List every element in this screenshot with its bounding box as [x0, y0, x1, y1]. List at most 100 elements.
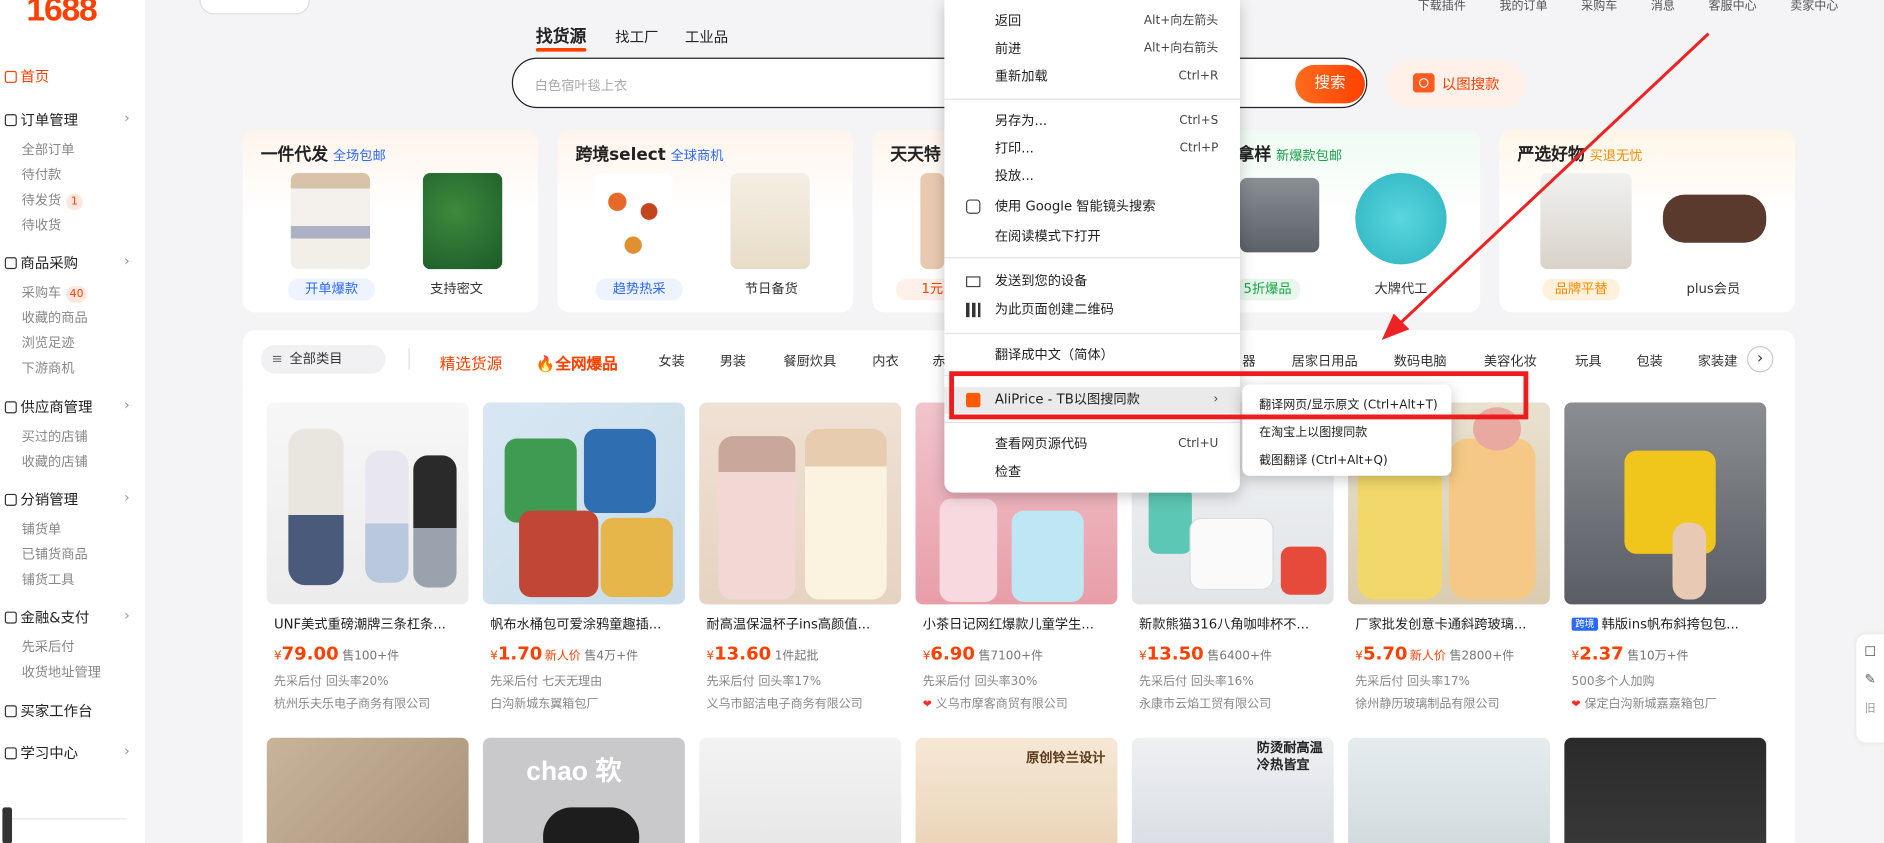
topnav-link[interactable]: 消息: [1651, 0, 1675, 13]
product-service: 先采后付 回头率17%: [1355, 675, 1470, 689]
product-company[interactable]: 永康市云焰工贸有限公司: [1139, 693, 1271, 711]
order-icon: [4, 114, 17, 127]
product-company[interactable]: 杭州乐夫乐电子商务有限公司: [274, 693, 430, 711]
sidebar-section-purchase[interactable]: 商品采购 ›: [4, 252, 130, 272]
menu-item-qr-code[interactable]: 为此页面创建二维码: [944, 297, 1240, 323]
submenu-item-screenshot-translate[interactable]: 截图翻译 (Ctrl+Alt+Q): [1259, 449, 1388, 467]
category-tab[interactable]: 美容化妆: [1484, 351, 1537, 370]
category-tab[interactable]: 男装: [720, 351, 746, 370]
product-company[interactable]: 白沟新城东翼箱包厂: [490, 693, 598, 711]
sidebar-item[interactable]: 待收货: [22, 215, 62, 234]
sidebar-section-distribution[interactable]: 分销管理 ›: [4, 489, 130, 509]
product-title: 新款熊猫316八角咖啡杯不...: [1139, 616, 1310, 632]
topnav-link[interactable]: 采购车: [1581, 0, 1617, 13]
product-image[interactable]: [1564, 737, 1767, 843]
sidebar-item[interactable]: 待付款: [22, 165, 62, 184]
chevron-right-icon: ›: [123, 606, 130, 624]
promo-label: 支持密文: [430, 281, 484, 297]
promo-card[interactable]: 一件代发 全场包邮 开单爆款 支持密文: [242, 129, 539, 313]
category-tab-selected[interactable]: 精选货源: [440, 351, 502, 374]
product-card[interactable]: UNF美式重磅潮牌三条杠条... ¥79.00 售100+件 先采后付 回头率20…: [266, 402, 469, 711]
product-image[interactable]: [1348, 737, 1550, 843]
topnav-link[interactable]: 下载插件: [1418, 0, 1466, 13]
product-service: 先采后付 回头率20%: [273, 675, 389, 689]
sidebar-item[interactable]: 收藏的店铺: [22, 452, 88, 471]
sidebar-item[interactable]: 待发货 1: [22, 190, 83, 211]
category-tab-hot[interactable]: 🔥全网爆品: [536, 351, 618, 374]
product-image[interactable]: 防烫耐高温 冷热皆宜: [1131, 737, 1334, 843]
category-tab[interactable]: 玩具: [1575, 351, 1601, 370]
product-image[interactable]: 原创铃兰设计: [915, 737, 1118, 843]
submenu-item-taobao-image-search[interactable]: 在淘宝上以图搜同款: [1259, 422, 1367, 440]
sidebar-section-learning[interactable]: 学习中心 ›: [4, 743, 130, 763]
tab-find-supply[interactable]: 找货源: [535, 24, 587, 52]
menu-item-reload[interactable]: 重新加载 Ctrl+R: [944, 64, 1240, 90]
sidebar-section-workbench[interactable]: 买家工作台: [4, 700, 130, 720]
category-tab[interactable]: 餐厨炊具: [783, 351, 836, 370]
category-tab[interactable]: 家装建: [1698, 351, 1741, 370]
sidebar-item[interactable]: 铺货单: [22, 519, 62, 538]
tab-industrial[interactable]: 工业品: [685, 26, 728, 46]
product-image: [1239, 177, 1320, 253]
product-card[interactable]: 跨境 韩版ins帆布斜挎包包... ¥2.37 售10万+件 500多个人加购 ❤ …: [1564, 402, 1767, 711]
user-chip[interactable]: [199, 0, 310, 15]
site-logo[interactable]: 1688: [26, 0, 97, 29]
sidebar-item[interactable]: 全部订单: [22, 139, 75, 158]
product-card[interactable]: 耐高温保温杯子ins高颜值... ¥13.60 1件起批 先采后付 回头率17% …: [699, 402, 902, 711]
sidebar-item-home[interactable]: 首页: [4, 66, 49, 86]
product-price: ¥13.50 售6400+件: [1139, 642, 1272, 665]
product-company[interactable]: 徐州静历玻璃制品有限公司: [1355, 693, 1499, 711]
category-tab[interactable]: 包装: [1636, 351, 1662, 370]
sidebar-section-finance[interactable]: 金融&支付 ›: [4, 606, 130, 627]
category-tab[interactable]: 数码电脑: [1394, 351, 1447, 370]
category-tab[interactable]: 器: [1242, 351, 1255, 370]
product-card[interactable]: 帆布水桶包可爱涂鸦童趣插... ¥1.70 新人价 售4万+件 先采后付 七天无理由…: [483, 402, 685, 711]
menu-item-inspect[interactable]: 检查: [944, 459, 1240, 485]
search-button[interactable]: 搜索: [1295, 64, 1365, 104]
old-version-link[interactable]: 旧: [1856, 699, 1884, 715]
menu-item-send-to-device[interactable]: 发送到您的设备: [944, 268, 1240, 294]
sidebar-item[interactable]: 先采后付: [22, 637, 75, 656]
product-image[interactable]: chao 软: [483, 737, 685, 843]
menu-item-reading-mode[interactable]: 在阅读模式下打开: [944, 223, 1240, 249]
sidebar-item[interactable]: 下游商机: [22, 358, 75, 377]
category-tab[interactable]: 内衣: [872, 351, 898, 370]
category-tab[interactable]: 居家日用品: [1292, 351, 1358, 370]
sidebar-item[interactable]: 采购车 40: [22, 282, 88, 303]
feedback-icon[interactable]: ☐: [1856, 644, 1884, 660]
scroll-handle[interactable]: [2, 807, 13, 843]
menu-item-view-source[interactable]: 查看网页源代码 Ctrl+U: [944, 431, 1240, 457]
sidebar-section-orders[interactable]: 订单管理 ›: [4, 109, 130, 129]
promo-card[interactable]: 跨境select 全球商机 趋势热采 节日备货: [557, 129, 854, 313]
topnav-link[interactable]: 我的订单: [1499, 0, 1547, 13]
sidebar-item[interactable]: 收藏的商品: [22, 308, 88, 327]
sidebar-item[interactable]: 收货地址管理: [22, 662, 101, 681]
edit-icon[interactable]: ✎: [1856, 672, 1884, 688]
product-image[interactable]: [699, 737, 902, 843]
product-image[interactable]: [266, 737, 469, 843]
menu-item-print[interactable]: 打印... Ctrl+P: [944, 136, 1240, 162]
sidebar-section-suppliers[interactable]: 供应商管理 ›: [4, 396, 130, 416]
divider: [4, 818, 128, 820]
product-company[interactable]: 义乌市韶洁电子商务有限公司: [706, 693, 862, 711]
grid-icon: [4, 257, 17, 270]
category-tab[interactable]: 女装: [658, 351, 684, 370]
topnav-link[interactable]: 客服中心: [1709, 0, 1757, 13]
menu-item-forward[interactable]: 前进 Alt+向右箭头: [944, 36, 1240, 62]
chevron-right-icon[interactable]: ›: [1746, 346, 1774, 373]
sidebar-item[interactable]: 铺货工具: [22, 570, 75, 589]
menu-item-translate[interactable]: 翻译成中文（简体）: [944, 342, 1240, 368]
sidebar-item[interactable]: 浏览足迹: [22, 333, 75, 352]
product-image: [699, 402, 902, 605]
product-price: ¥2.37 售10万+件: [1571, 642, 1689, 665]
topnav-link[interactable]: 卖家中心: [1790, 0, 1838, 13]
sidebar-item[interactable]: 已铺货商品: [22, 544, 88, 563]
tab-find-factory[interactable]: 找工厂: [615, 26, 658, 46]
menu-item-save-as[interactable]: 另存为... Ctrl+S: [944, 108, 1240, 134]
menu-item-google-lens[interactable]: 使用 Google 智能镜头搜索: [944, 193, 1240, 219]
sidebar-item[interactable]: 买过的店铺: [22, 427, 88, 446]
all-categories-dropdown[interactable]: 全部类目: [260, 344, 386, 374]
search-placeholder: 白色宿叶毯上衣: [534, 78, 628, 94]
menu-item-back[interactable]: 返回 Alt+向左箭头: [944, 8, 1240, 34]
menu-item-cast[interactable]: 投放...: [944, 163, 1240, 189]
